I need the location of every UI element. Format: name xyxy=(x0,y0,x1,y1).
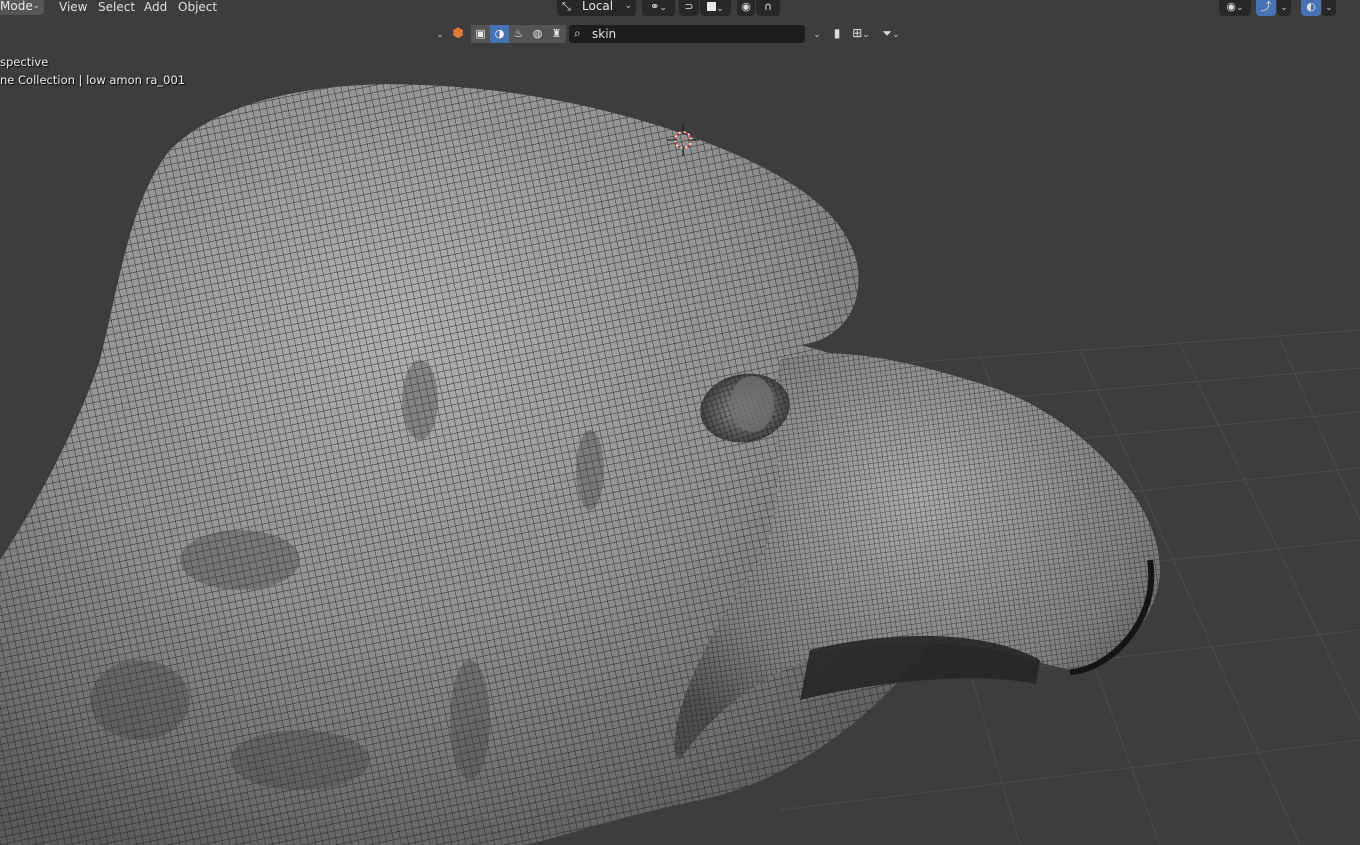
overlay-dropdown[interactable]: ⌄ xyxy=(1322,0,1336,16)
rendered-icon: ♨ xyxy=(513,27,524,40)
chevron-down-icon: ⌄ xyxy=(32,1,40,11)
chevron-down-icon: ⌄ xyxy=(659,3,667,13)
falloff-dropdown[interactable]: ∩ xyxy=(756,0,780,16)
menu-view[interactable]: View xyxy=(57,0,89,16)
visibility-dropdown[interactable]: ◉⌄ xyxy=(1219,0,1251,16)
collapse-chevron-icon[interactable]: ⌄ xyxy=(433,24,447,43)
brush-icon: ♜ xyxy=(551,27,562,40)
proportional-icon: ◉ xyxy=(741,0,751,13)
proportional-editing-toggle[interactable]: ◉ xyxy=(737,0,755,16)
search-icon: ⌕ xyxy=(574,26,581,40)
rendered-shading-button[interactable]: ♨ xyxy=(509,25,528,43)
chevron-down-icon: ⌄ xyxy=(862,30,870,40)
chevron-down-icon: ⌄ xyxy=(1280,3,1288,13)
material-icon: ◑ xyxy=(494,27,505,40)
bookmark-icon: ▮ xyxy=(833,26,841,40)
chevron-down-icon: ⌄ xyxy=(1325,3,1333,13)
snap-target-dropdown[interactable]: ⌄ xyxy=(700,0,731,16)
viewport-subheader: ⌄ ⬢ ▣ ◑ ♨ ◍ ♜ ⌕ skin ⌄ ▮ ⊞⌄ ⏷⌄ xyxy=(433,24,913,44)
gizmo-dropdown[interactable]: ⌄ xyxy=(1277,0,1291,16)
visibility-icon: ◉ xyxy=(1226,0,1237,13)
falloff-curve-icon: ∩ xyxy=(763,0,773,13)
mode-label: Mode xyxy=(0,0,33,13)
orientation-icon: ⤡ xyxy=(562,0,571,13)
layout-dropdown[interactable]: ⊞⌄ xyxy=(847,24,875,43)
3d-viewport[interactable]: Mode ⌄ View Select Add Object ⤡ Local ⌄ … xyxy=(0,0,1360,845)
layout-icon: ⊞ xyxy=(852,26,863,40)
snap-toggle[interactable]: ⊃ xyxy=(679,0,699,16)
transform-orientation-dropdown[interactable]: ⤡ Local ⌄ xyxy=(557,0,636,16)
chevron-down-icon: ⌄ xyxy=(892,30,900,40)
menu-add[interactable]: Add xyxy=(142,0,169,16)
texture-space-button[interactable]: ♜ xyxy=(547,25,566,43)
solid-icon: ▣ xyxy=(475,27,486,40)
square-icon xyxy=(707,2,717,11)
scene-view xyxy=(0,84,1360,845)
menu-select[interactable]: Select xyxy=(96,0,137,16)
solid-shading-button[interactable]: ▣ xyxy=(471,25,490,43)
menu-object[interactable]: Object xyxy=(176,0,219,16)
wireframe-shading-button[interactable]: ◍ xyxy=(528,25,547,43)
chevron-down-icon: ⌄ xyxy=(813,30,821,40)
filter-icon: ⏷ xyxy=(882,26,893,40)
overlay-toggle[interactable]: ◐ xyxy=(1301,0,1321,16)
chevron-down-icon: ⌄ xyxy=(1236,3,1244,13)
material-shading-button[interactable]: ◑ xyxy=(490,25,509,43)
viewport-header: Mode ⌄ View Select Add Object ⤡ Local ⌄ … xyxy=(0,0,1360,18)
gizmo-toggle[interactable]: ⤴ xyxy=(1256,0,1276,16)
orientation-label: Local xyxy=(582,0,614,13)
search-value: skin xyxy=(592,27,617,41)
gizmo-icon: ⤴ xyxy=(1260,0,1272,13)
magnet-icon: ⊃ xyxy=(684,0,694,13)
collection-object-label: ne Collection | low amon ra_001 xyxy=(0,73,186,87)
pivot-point-button[interactable]: ⚭⌄ xyxy=(642,0,675,16)
wireframe-icon: ◍ xyxy=(532,27,543,40)
view-perspective-label: spective xyxy=(0,55,49,69)
render-engine-icon[interactable]: ⬢ xyxy=(449,24,467,43)
chevron-down-icon: ⌄ xyxy=(716,4,724,14)
overlay-icon: ◐ xyxy=(1306,0,1316,13)
pivot-icon: ⚭ xyxy=(650,0,660,13)
search-input[interactable]: ⌕ skin xyxy=(569,25,805,43)
bookmark-button[interactable]: ▮ xyxy=(829,24,845,43)
filter-dropdown[interactable]: ⏷⌄ xyxy=(877,24,905,43)
clear-dropdown[interactable]: ⌄ xyxy=(807,24,827,43)
mode-dropdown[interactable]: Mode ⌄ xyxy=(0,0,44,15)
chevron-down-icon: ⌄ xyxy=(624,1,632,11)
